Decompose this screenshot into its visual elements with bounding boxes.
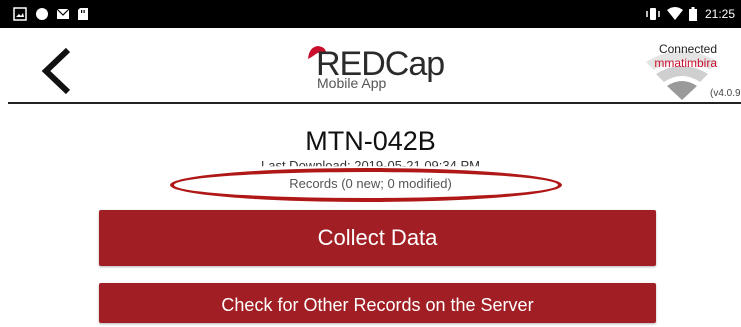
check-records-button[interactable]: Check for Other Records on the Server [99, 283, 656, 323]
status-bar: 21:25 [0, 0, 741, 28]
vibrate-icon [646, 8, 660, 20]
connection-user: mmatimbira [654, 56, 717, 70]
image-icon [13, 7, 27, 21]
connection-status[interactable]: Connected mmatimbira (v4.0.9 [640, 42, 741, 104]
back-button[interactable] [38, 46, 78, 96]
connection-label: Connected [658, 42, 717, 56]
battery-icon [689, 7, 697, 21]
wifi-icon [667, 7, 683, 20]
chevron-left-icon [41, 47, 71, 95]
project-title: MTN-042B [305, 126, 436, 156]
app-version: (v4.0.9 [710, 88, 741, 99]
header-divider [8, 102, 741, 104]
annotation-ellipse [170, 168, 562, 202]
status-time: 21:25 [705, 7, 736, 21]
redcap-logo: REDCap Mobile App [300, 43, 445, 99]
mail-icon [56, 8, 70, 19]
collect-data-button[interactable]: Collect Data [99, 210, 656, 266]
circle-icon [36, 8, 48, 20]
logo-subtitle: Mobile App [317, 75, 387, 91]
sd-card-icon [78, 8, 88, 20]
